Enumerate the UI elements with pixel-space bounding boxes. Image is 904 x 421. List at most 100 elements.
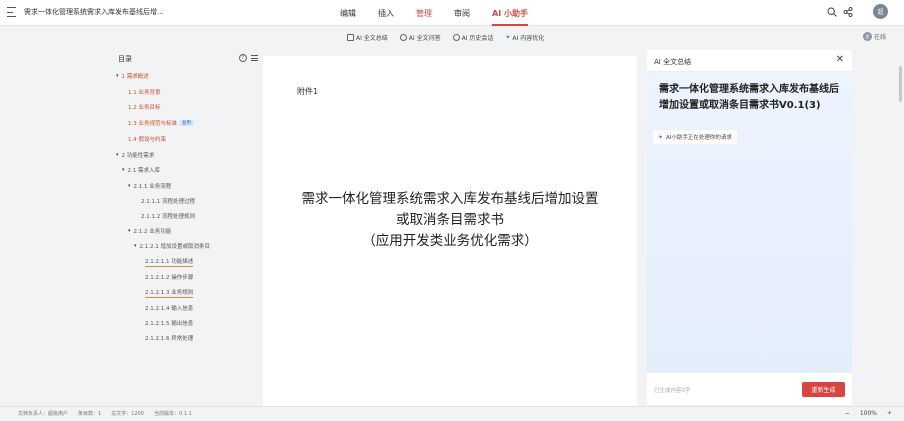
outline-item[interactable]: 2.1.1.2 流程处理规则 (141, 212, 195, 220)
close-icon[interactable]: ✕ (836, 55, 844, 65)
outline-item[interactable]: 1.2 业务目标 (128, 103, 161, 111)
ai-content-optimize-label: AI 内容优化 (512, 35, 545, 42)
zoom-control: − 100% + (845, 408, 892, 420)
sparkle-icon: ✦ (505, 34, 511, 41)
top-right-actions: 超 (827, 4, 888, 19)
outline-item-label: 2.1.2.1.5 输出信息 (145, 321, 194, 327)
ai-tool-items: AI 全文总结 AI 全文问答 AI 历史会话 ✦ AI 内容优化 (347, 33, 544, 42)
outline-item[interactable]: 1.4 假设与约束 (128, 135, 166, 143)
status-items: 文档负责人：超级用户 条目数：1 总文字：1200 当前版本：0.1.1 (18, 410, 192, 417)
outline-item-label: 1.4 假设与约束 (128, 137, 166, 143)
doc-owner: 文档负责人：超级用户 (18, 411, 69, 417)
ai-processing-status: ✦ AI小助手正在处理你的请求 (653, 130, 737, 144)
outline-item[interactable]: 2.1 需求入库 (122, 166, 161, 174)
search-icon[interactable] (827, 6, 837, 17)
outline-item[interactable]: 2.1.1 业务流程 (128, 182, 172, 190)
ai-panel-body: 需求一体化管理系统需求入库发布基线后增加设置或取消条目需求书V0.1(3) ✦ … (647, 72, 852, 372)
outline-item-label: 2.1.2.1.6 异常处理 (145, 336, 194, 342)
outline-item[interactable]: 2.1.2 业务功能 (128, 227, 172, 235)
tab-insert[interactable]: 插入 (378, 0, 394, 26)
ai-panel-title: AI 全文总结 (654, 58, 692, 66)
outline-item[interactable]: 2.1.2.1.6 异常处理 (145, 334, 193, 342)
tab-edit[interactable]: 编辑 (340, 0, 356, 26)
outline-item[interactable]: 2 功能性需求 (116, 151, 155, 159)
tab-manage[interactable]: 管理 (416, 0, 432, 26)
online-avatar-icon: 超 (862, 32, 872, 41)
user-avatar[interactable]: 超 (873, 4, 888, 19)
outline-item[interactable]: 1.1 业务背景 (128, 88, 161, 96)
outline-item[interactable]: 2.1.2.1.1 功能描述 (145, 257, 194, 267)
outline-item-label: 2.1.1 业务流程 (133, 184, 172, 190)
outline-item-label: 2.1.2.1.4 输入信息 (145, 306, 194, 312)
reuse-tag: 复用 (179, 120, 194, 126)
share-icon[interactable] (843, 6, 853, 17)
outline-item-label: 1.3 业务规范与标准 (128, 121, 177, 127)
tab-review[interactable]: 审阅 (454, 0, 470, 26)
outline-tools: ? (239, 54, 258, 62)
document-heading: 需求一体化管理系统需求入库发布基线后增加设置 或取消条目需求书 （应用开发类业务… (263, 189, 637, 252)
ai-toolbar: AI 全文总结 AI 全文问答 AI 历史会话 ✦ AI 内容优化 超 在线 (0, 27, 904, 49)
zoom-in-button[interactable]: + (887, 408, 892, 420)
ai-full-qa-label: AI 全文问答 (408, 35, 441, 42)
question-icon (399, 34, 407, 41)
ai-history-label: AI 历史会话 (461, 35, 494, 42)
document-heading-line3: （应用开发类业务优化需求） (362, 233, 538, 249)
tab-ai-assistant[interactable]: AI 小助手 (492, 0, 528, 26)
ai-content-optimize-button[interactable]: ✦ AI 内容优化 (505, 33, 544, 42)
document-icon (347, 34, 354, 41)
top-bar: 需求一体化管理系统需求入库发布基线后增... 编辑 插入 管理 审阅 AI 小助… (0, 0, 904, 26)
outline-item[interactable]: 2.1.2.1.4 输入信息 (145, 304, 193, 312)
online-indicator[interactable]: 超 在线 (862, 32, 886, 41)
outline-item[interactable]: 1.3 业务规范与标准 复用 (128, 119, 194, 127)
history-icon (452, 34, 460, 41)
outline-item-label: 2.1.1.2 流程处理规则 (141, 214, 195, 220)
ai-full-qa-button[interactable]: AI 全文问答 (399, 33, 441, 42)
status-bar: 文档负责人：超级用户 条目数：1 总文字：1200 当前版本：0.1.1 − 1… (0, 406, 904, 421)
ai-history-button[interactable]: AI 历史会话 (452, 33, 494, 42)
current-version: 当前版本：0.1.1 (153, 411, 192, 417)
regenerate-button[interactable]: 重新生成 (802, 382, 845, 397)
outline-item-label: 1.1 业务背景 (128, 90, 161, 96)
zoom-out-button[interactable]: − (845, 408, 850, 420)
outline-item[interactable]: 2.1.2.1.2 操作步骤 (145, 273, 193, 281)
zoom-level: 100% (859, 410, 877, 417)
outline-item-label: 2.1.2.1 增加设置或取消条目 (139, 244, 211, 250)
outline-item[interactable]: 2.1.2.1.3 业务规则 (145, 288, 194, 298)
ai-full-summary-button[interactable]: AI 全文总结 (347, 33, 388, 42)
outline-item-label: 2.1.2 业务功能 (133, 229, 172, 235)
ai-status-text: AI小助手正在处理你的请求 (666, 135, 732, 141)
outline-item-label: 2.1.2.1.1 功能描述 (145, 259, 194, 265)
outline-item-label: 2.1.2.1.3 业务规则 (145, 290, 194, 296)
list-icon[interactable] (251, 55, 258, 61)
page-scrollbar[interactable] (899, 66, 902, 102)
ai-full-summary-label: AI 全文总结 (356, 35, 388, 42)
outline-item[interactable]: 2.1.2.1 增加设置或取消条目 (134, 242, 211, 250)
outline-item-label: 2.1.2.1.2 操作步骤 (145, 275, 194, 281)
document-page[interactable]: 附件1 需求一体化管理系统需求入库发布基线后增加设置 或取消条目需求书 （应用开… (263, 56, 637, 406)
outline-item[interactable]: 2.1.1.1 流程处理过程 (141, 197, 195, 205)
outline-item-label: 1.2 业务目标 (128, 105, 161, 111)
document-heading-line2: 或取消条目需求书 (396, 212, 504, 228)
generated-count: 已生成内容0字 (654, 388, 691, 394)
entry-count: 条目数：1 (78, 411, 102, 417)
attachment-label: 附件1 (297, 87, 319, 96)
menu-icon[interactable] (7, 7, 16, 17)
outline-header: 目录 ? (118, 54, 260, 66)
outline-item-label: 2 功能性需求 (121, 153, 155, 159)
document-heading-line1: 需求一体化管理系统需求入库发布基线后增加设置 (301, 191, 599, 207)
outline-item-label: 2.1 需求入库 (127, 168, 161, 174)
document-title: 需求一体化管理系统需求入库发布基线后增... (24, 8, 164, 16)
ai-panel-footer: 已生成内容0字 重新生成 (647, 372, 852, 405)
outline-item[interactable]: 1 需求概述 (116, 72, 149, 80)
main-tabs: 编辑 插入 管理 审阅 AI 小助手 (340, 0, 550, 26)
word-count: 总文字：1200 (111, 411, 144, 417)
ai-panel-header: AI 全文总结 ✕ (647, 50, 852, 72)
outline-item-label: 1 需求概述 (121, 74, 149, 80)
outline-item[interactable]: 2.1.2.1.5 输出信息 (145, 319, 193, 327)
help-icon[interactable]: ? (239, 54, 247, 62)
outline-item-label: 2.1.1.1 流程处理过程 (141, 199, 195, 205)
online-label: 在线 (873, 34, 886, 41)
outline-panel: 目录 ? 1 需求概述 1.1 业务背景 1.2 业务目标 1.3 业务规范与标… (114, 50, 260, 405)
ai-summary-panel: AI 全文总结 ✕ 需求一体化管理系统需求入库发布基线后增加设置或取消条目需求书… (647, 50, 852, 405)
sparkle-icon: ✦ (658, 133, 664, 141)
